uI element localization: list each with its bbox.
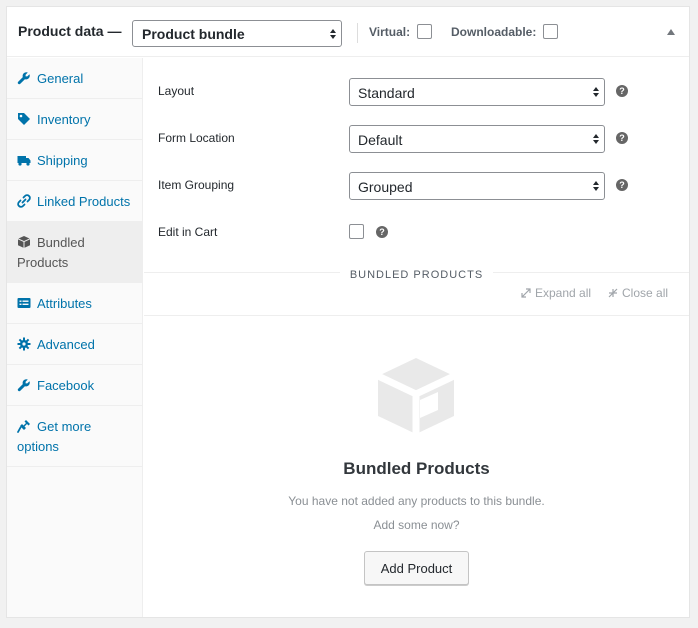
item-grouping-label: Item Grouping — [158, 178, 235, 192]
help-icon[interactable]: ? — [616, 132, 628, 144]
form-location-select[interactable]: Default — [349, 125, 605, 153]
tag-icon — [17, 112, 31, 126]
tab-get-more-options[interactable]: Get more options — [7, 406, 142, 467]
tab-general[interactable]: General — [7, 58, 142, 99]
wrench-icon — [17, 378, 31, 392]
edit-in-cart-checkbox[interactable] — [349, 224, 364, 239]
add-product-button[interactable]: Add Product — [364, 551, 469, 585]
downloadable-label: Downloadable: — [451, 25, 537, 39]
select-arrows-icon — [593, 181, 599, 191]
expand-all-label: Expand all — [535, 286, 592, 300]
tab-label: Linked Products — [37, 194, 131, 209]
empty-state-prompt: Add some now? — [373, 518, 460, 532]
tab-attributes[interactable]: Attributes — [7, 283, 142, 324]
select-arrows-icon — [593, 134, 599, 144]
tab-linked-products[interactable]: Linked Products — [7, 181, 142, 222]
form-location-value: Default — [358, 132, 403, 148]
header-divider — [357, 23, 358, 43]
box-icon — [17, 235, 31, 249]
tab-label: Advanced — [37, 337, 95, 352]
tab-shipping[interactable]: Shipping — [7, 140, 142, 181]
product-data-panel: Product data — Product bundle Virtual: D… — [6, 6, 690, 618]
gear-icon — [17, 337, 31, 351]
tab-label: Shipping — [37, 153, 88, 168]
tab-label: Attributes — [37, 296, 92, 311]
tab-label: Facebook — [37, 378, 95, 393]
form-location-label: Form Location — [158, 131, 235, 145]
plugin-icon — [17, 419, 31, 433]
panel-header: Product data — Product bundle Virtual: D… — [7, 7, 689, 57]
edit-in-cart-label: Edit in Cart — [158, 225, 218, 239]
item-grouping-row: Item Grouping Grouped ? — [144, 172, 689, 202]
box-icon — [376, 358, 456, 434]
tab-label: Inventory — [37, 112, 91, 127]
form-location-row: Form Location Default ? — [144, 125, 689, 155]
downloadable-checkbox[interactable] — [543, 24, 558, 39]
item-grouping-select[interactable]: Grouped — [349, 172, 605, 200]
tab-advanced[interactable]: Advanced — [7, 324, 142, 365]
product-data-tabs: General Inventory Shipping Linked Produc… — [7, 58, 143, 617]
expand-all-link[interactable]: Expand all — [521, 286, 591, 300]
truck-icon — [17, 153, 31, 167]
layout-select[interactable]: Standard — [349, 78, 605, 106]
empty-state-message: You have not added any products to this … — [288, 494, 545, 508]
select-arrows-icon — [330, 28, 336, 39]
tab-inventory[interactable]: Inventory — [7, 99, 142, 140]
virtual-label: Virtual: — [369, 25, 411, 39]
bundled-products-heading-text: BUNDLED PRODUCTS — [339, 269, 494, 281]
bundle-options-panel: Layout Standard ? Form Location Default … — [144, 58, 689, 617]
panel-title: Product data — — [18, 23, 122, 39]
virtual-checkbox[interactable] — [417, 24, 432, 39]
tab-facebook[interactable]: Facebook — [7, 365, 142, 406]
bundled-products-heading: BUNDLED PRODUCTS — [144, 266, 689, 281]
layout-label: Layout — [158, 84, 195, 98]
tab-bundled-products[interactable]: Bundled Products — [7, 222, 142, 283]
product-type-select[interactable]: Product bundle — [132, 20, 342, 47]
help-icon[interactable]: ? — [616, 85, 628, 97]
item-grouping-value: Grouped — [358, 179, 413, 195]
help-icon[interactable]: ? — [376, 226, 388, 238]
help-icon[interactable]: ? — [616, 179, 628, 191]
collapse-icon — [608, 288, 618, 298]
collapse-toggle-icon[interactable] — [667, 29, 675, 35]
link-icon — [17, 194, 31, 208]
expand-icon — [521, 288, 531, 298]
tab-label: General — [37, 71, 84, 86]
layout-value: Standard — [358, 85, 415, 101]
wrench-icon — [17, 71, 31, 85]
bundled-products-empty-state: Bundled Products You have not added any … — [144, 315, 689, 617]
empty-state-title: Bundled Products — [343, 459, 490, 478]
list-icon — [17, 296, 31, 310]
product-type-value: Product bundle — [142, 26, 245, 42]
select-arrows-icon — [593, 87, 599, 97]
layout-row: Layout Standard ? — [144, 78, 689, 108]
edit-in-cart-row: Edit in Cart ? — [144, 219, 689, 249]
close-all-link[interactable]: Close all — [608, 286, 668, 300]
close-all-label: Close all — [622, 286, 669, 300]
